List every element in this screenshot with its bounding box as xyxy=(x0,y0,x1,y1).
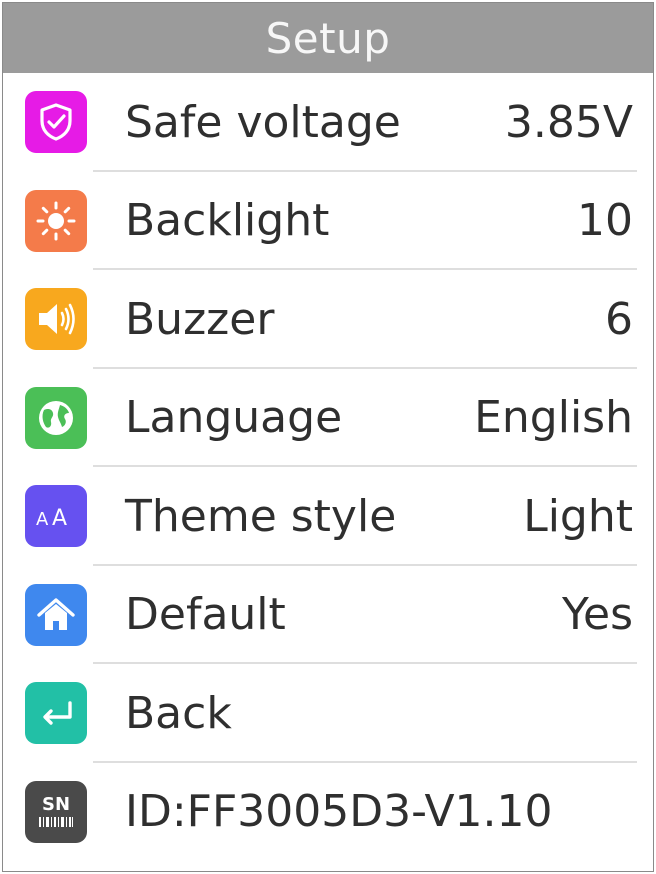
menu-item-language[interactable]: Language English xyxy=(3,369,653,467)
menu-item-value: Yes xyxy=(561,589,633,641)
return-icon xyxy=(25,682,87,745)
menu-item-label: Backlight xyxy=(125,195,330,247)
font-size-icon: A A xyxy=(25,485,87,548)
menu-item-value: Light xyxy=(523,490,633,542)
serial-number-icon: SN xyxy=(25,780,87,843)
menu-item-label: Language xyxy=(125,392,343,444)
menu-item-label: Default xyxy=(125,589,286,641)
menu-item-label: Safe voltage xyxy=(125,96,401,148)
title-bar: Setup xyxy=(3,3,653,73)
menu-item-device-id: SN ID:FF3005D3-V1.10 xyxy=(3,763,653,862)
shield-icon xyxy=(25,91,87,154)
sun-icon xyxy=(25,189,87,252)
serial-number-icon-text: SN xyxy=(41,794,71,816)
menu-item-backlight[interactable]: Backlight 10 xyxy=(3,172,653,270)
menu-item-label: Buzzer xyxy=(125,293,275,345)
svg-text:A: A xyxy=(36,509,49,530)
menu-item-value: 10 xyxy=(577,195,633,247)
menu-item-value: English xyxy=(474,392,633,444)
setup-screen: Setup Safe voltage 3.85V Backlight 10 Bu… xyxy=(2,2,654,872)
menu-item-safe-voltage[interactable]: Safe voltage 3.85V xyxy=(3,73,653,172)
setup-menu: Safe voltage 3.85V Backlight 10 Buzzer 6… xyxy=(3,73,653,861)
page-title: Setup xyxy=(265,13,391,63)
menu-item-value: 6 xyxy=(605,293,633,345)
menu-item-value: 3.85V xyxy=(504,96,633,148)
menu-item-buzzer[interactable]: Buzzer 6 xyxy=(3,270,653,369)
svg-text:A: A xyxy=(52,506,67,531)
menu-item-theme-style[interactable]: A A Theme style Light xyxy=(3,467,653,566)
device-id-label: ID:FF3005D3-V1.10 xyxy=(125,786,553,838)
speaker-icon xyxy=(25,288,87,351)
menu-item-label: Theme style xyxy=(125,490,397,542)
menu-item-label: Back xyxy=(125,687,232,739)
menu-item-back[interactable]: Back xyxy=(3,664,653,763)
home-icon xyxy=(25,583,87,646)
globe-icon xyxy=(25,386,87,449)
menu-item-default[interactable]: Default Yes xyxy=(3,566,653,664)
